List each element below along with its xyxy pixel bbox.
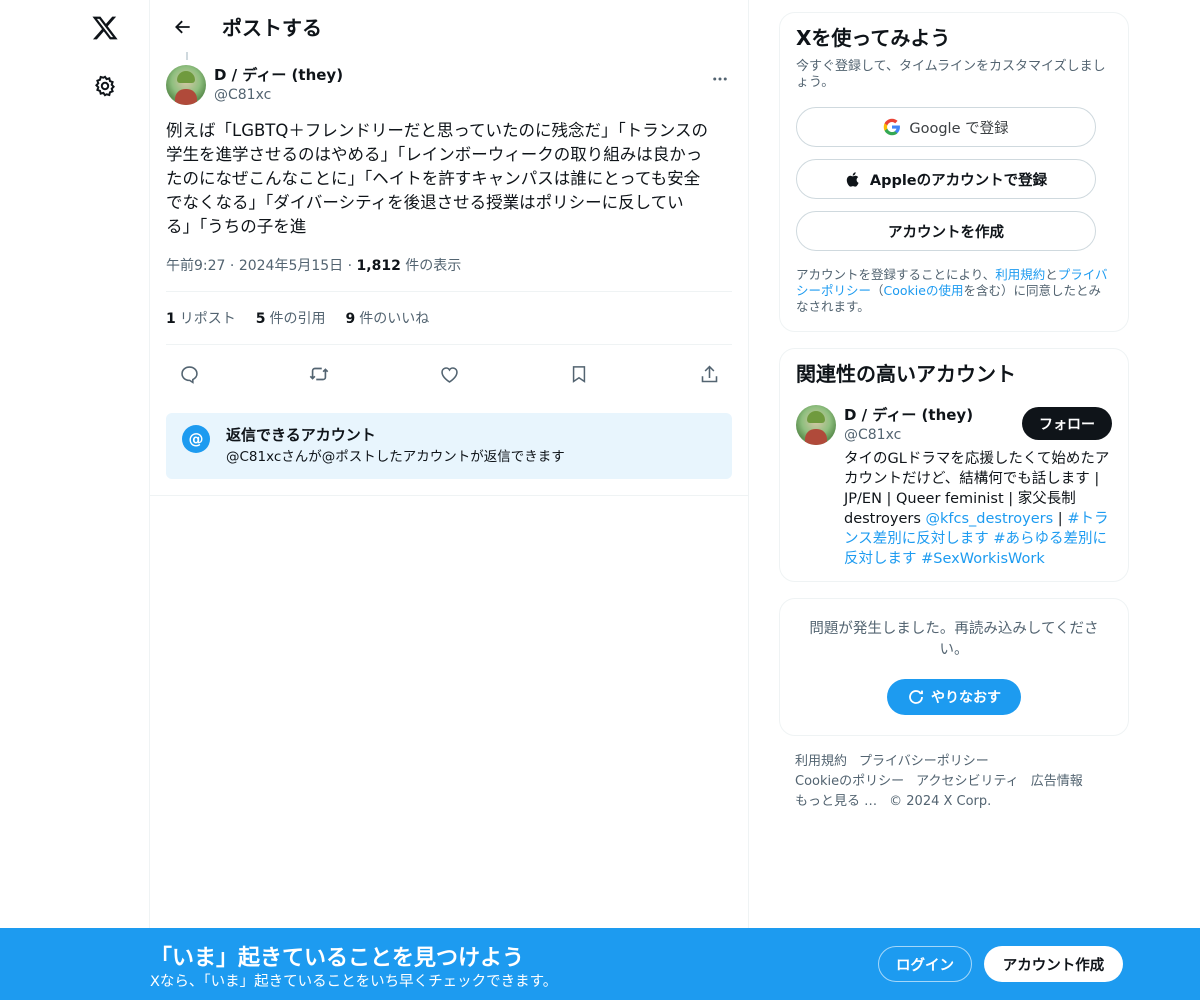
main-column: ポストする D / ディー (they) @C81xc 例えば「LGBTQ＋フレ… — [149, 0, 749, 1000]
post-date[interactable]: 2024年5月15日 — [239, 258, 343, 274]
bottom-bar-subtitle: Xなら、「いま」起きていることをいち早くチェックできます。 — [150, 974, 558, 990]
more-options-icon[interactable] — [708, 67, 732, 91]
terms-link[interactable]: 利用規約 — [995, 267, 1045, 282]
footer-links: 利用規約 プライバシーポリシー Cookieのポリシー アクセシビリティ 広告情報 も… — [779, 752, 1129, 812]
related-heading: 関連性の高いアカウント — [796, 362, 1016, 386]
apple-icon — [845, 170, 862, 189]
signup-heading: Xを使ってみよう — [796, 26, 951, 50]
meta-dot: · — [229, 258, 239, 274]
footer-copyright: © 2024 X Corp. — [889, 794, 992, 809]
reply-icon[interactable] — [170, 355, 208, 393]
likes-count: 9 — [345, 311, 356, 327]
apple-signup-label: Appleのアカウントで登録 — [869, 172, 1048, 189]
back-arrow-icon[interactable] — [166, 10, 200, 44]
post-time[interactable]: 午前9:27 — [166, 258, 225, 274]
x-logo-icon[interactable] — [83, 6, 127, 50]
views-label: 件の表示 — [405, 258, 462, 274]
like-heart-icon[interactable] — [430, 355, 468, 393]
likes-label: 件のいいね — [359, 311, 430, 327]
bookmark-icon[interactable] — [560, 355, 598, 393]
quotes-label: 件の引用 — [269, 311, 326, 327]
google-signup-label: Google で登録 — [909, 120, 1009, 137]
footer-ads-link[interactable]: 広告情報 — [1031, 774, 1083, 789]
post-actions — [166, 345, 732, 403]
bottom-bar-title: 「いま」起きていることを見つけよう — [150, 946, 525, 971]
signup-button[interactable]: アカウント作成 — [984, 946, 1123, 982]
author-name[interactable]: D / ディー (they) — [214, 65, 343, 85]
top-bar: ポストする — [150, 0, 748, 53]
right-sidebar: Xを使ってみよう 今すぐ登録して、タイムラインをカスタマイズしましょう。 Goo… — [779, 12, 1129, 812]
error-card: 問題が発生しました。再読み込みしてください。 やりなおす — [779, 598, 1129, 736]
related-accounts-card: 関連性の高いアカウント D / ディー (they) @C81xc タイのGLド… — [779, 348, 1129, 582]
reply-restriction-title: 返信できるアカウント — [226, 426, 376, 444]
bio-separator: | — [1053, 511, 1068, 527]
footer-more-link[interactable]: もっと見る … — [795, 794, 877, 809]
signup-card: Xを使ってみよう 今すぐ登録して、タイムラインをカスタマイズしましょう。 Goo… — [779, 12, 1129, 332]
page-title: ポストする — [222, 16, 322, 40]
author-avatar[interactable] — [166, 65, 206, 105]
reply-restriction-box: @ 返信できるアカウント @C81xcさんが@ポストしたアカウントが返信できます — [166, 413, 732, 479]
post: D / ディー (they) @C81xc 例えば「LGBTQ＋フレンドリーだと… — [150, 65, 748, 496]
footer-cookie-link[interactable]: Cookieのポリシー — [795, 774, 904, 789]
google-icon — [883, 118, 901, 136]
cookie-link[interactable]: Cookieの使用 — [884, 283, 964, 298]
reposts-label: リポスト — [179, 311, 236, 327]
related-bio: タイのGLドラマを応援したくて始めたアカウントだけど、結構何でも話します | J… — [844, 449, 1112, 569]
footer-privacy-link[interactable]: プライバシーポリシー — [859, 754, 989, 769]
bio-mention-link[interactable]: @kfcs_destroyers — [926, 511, 1054, 527]
quotes-stat[interactable]: 5 件の引用 — [256, 308, 326, 328]
signup-legal-text: アカウントを登録することにより、利用規約とプライバシーポリシー（Cookieの使… — [796, 267, 1112, 315]
follow-button[interactable]: フォロー — [1022, 407, 1112, 440]
apple-signup-button[interactable]: Appleのアカウントで登録 — [796, 159, 1096, 199]
settings-gear-icon[interactable] — [83, 64, 127, 108]
left-rail — [75, 0, 135, 1000]
bio-hashtag-3[interactable]: #SexWorkisWork — [921, 551, 1045, 567]
reply-restriction-text: 返信できるアカウント @C81xcさんが@ポストしたアカウントが返信できます — [226, 425, 565, 467]
thread-line — [186, 52, 188, 60]
post-meta: 午前9:27 · 2024年5月15日 · 1,812 件の表示 — [166, 255, 732, 292]
reposts-stat[interactable]: 1 リポスト — [166, 308, 236, 328]
meta-dot: · — [347, 258, 357, 274]
footer-terms-link[interactable]: 利用規約 — [795, 754, 847, 769]
bottom-signup-bar: 「いま」起きていることを見つけよう Xなら、「いま」起きていることをいち早くチェ… — [0, 928, 1200, 1000]
related-account[interactable]: D / ディー (they) @C81xc タイのGLドラマを応援したくて始めた… — [796, 405, 1112, 569]
error-message: 問題が発生しました。再読み込みしてください。 — [809, 621, 1099, 658]
retry-button[interactable]: やりなおす — [887, 679, 1021, 715]
reply-restriction-description: @C81xcさんが@ポストしたアカウントが返信できます — [226, 449, 565, 465]
author-handle[interactable]: @C81xc — [214, 85, 343, 105]
google-signup-button[interactable]: Google で登録 — [796, 107, 1096, 147]
retry-label: やりなおす — [931, 690, 1001, 706]
quotes-count: 5 — [255, 311, 266, 327]
login-button[interactable]: ログイン — [878, 946, 972, 982]
at-mention-icon: @ — [182, 425, 210, 453]
likes-stat[interactable]: 9 件のいいね — [346, 308, 430, 328]
legal-prefix: アカウントを登録することにより、 — [796, 267, 996, 282]
post-stats: 1 リポスト 5 件の引用 9 件のいいね — [166, 292, 732, 345]
repost-icon[interactable] — [300, 355, 338, 393]
reposts-count: 1 — [166, 311, 176, 327]
legal-paren: （ — [871, 283, 884, 298]
post-text: 例えば「LGBTQ＋フレンドリーだと思っていたのに残念だ」「トランスの 学生を進… — [166, 121, 708, 236]
signup-subtitle: 今すぐ登録して、タイムラインをカスタマイズしましょう。 — [796, 59, 1106, 90]
views-count: 1,812 — [356, 258, 401, 274]
share-icon[interactable] — [690, 355, 728, 393]
author-meta: D / ディー (they) @C81xc — [214, 65, 343, 105]
refresh-icon — [909, 690, 923, 704]
create-account-button[interactable]: アカウントを作成 — [796, 211, 1096, 251]
footer-accessibility-link[interactable]: アクセシビリティ — [916, 774, 1019, 789]
legal-and: と — [1045, 267, 1058, 282]
related-avatar[interactable] — [796, 405, 836, 445]
post-author-row: D / ディー (they) @C81xc — [166, 65, 732, 105]
